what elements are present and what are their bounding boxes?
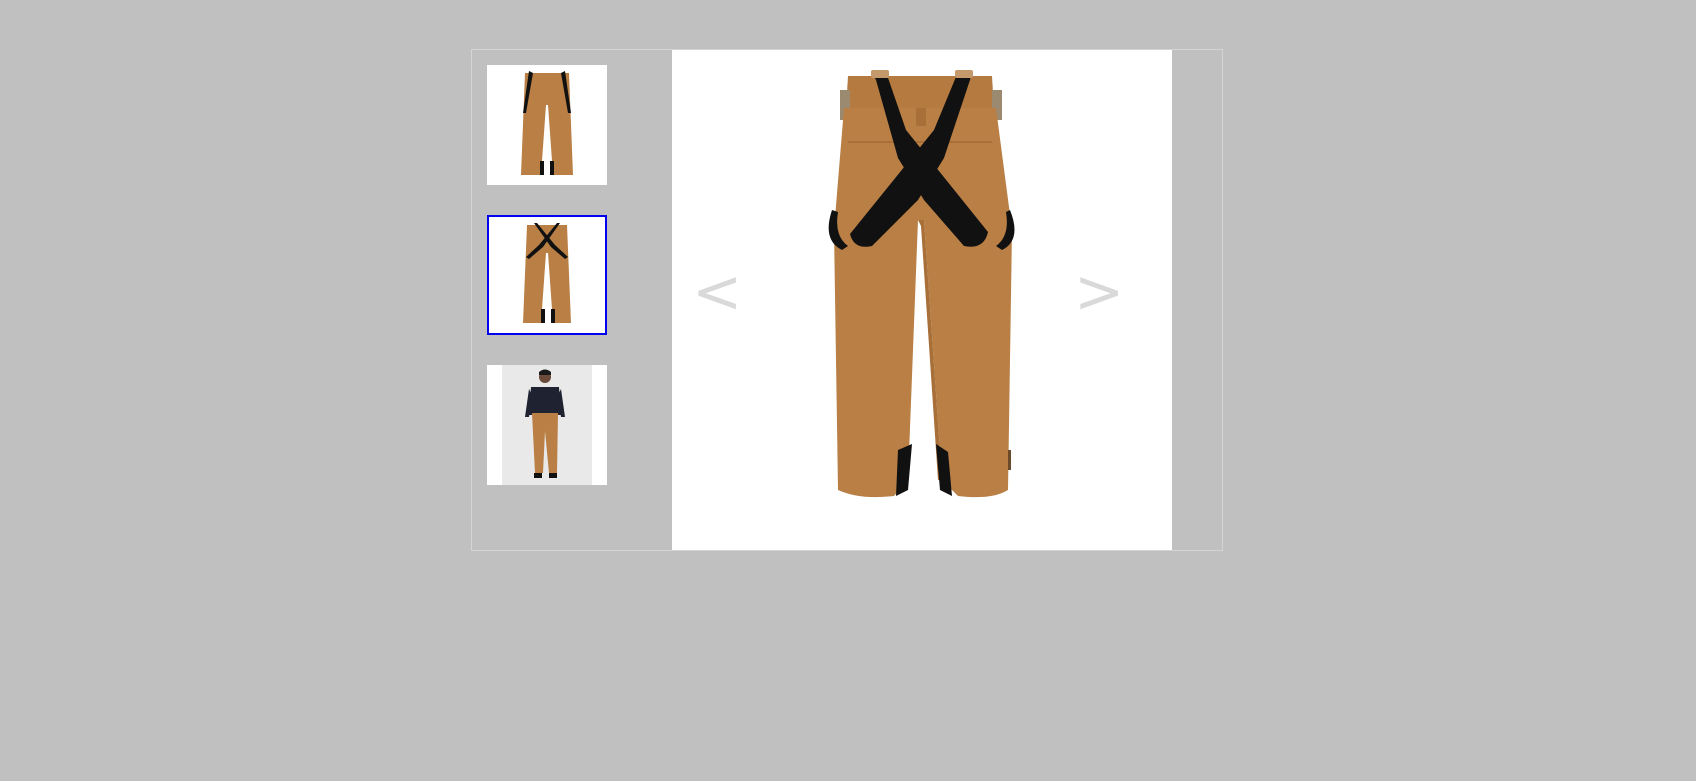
previous-image-button[interactable]: < (692, 262, 742, 322)
pants-back-crossed-suspenders-image (489, 217, 605, 333)
model-wearing-pants-image (487, 365, 607, 485)
next-image-button[interactable]: > (1074, 262, 1124, 322)
main-product-image: < > (672, 50, 1172, 550)
thumbnail-back-view[interactable] (487, 215, 607, 335)
thumbnail-front-view[interactable] (487, 65, 607, 185)
pants-front-with-suspenders-image (487, 65, 607, 185)
thumbnail-model-view[interactable] (487, 365, 607, 485)
product-image-gallery: < > (471, 49, 1223, 551)
